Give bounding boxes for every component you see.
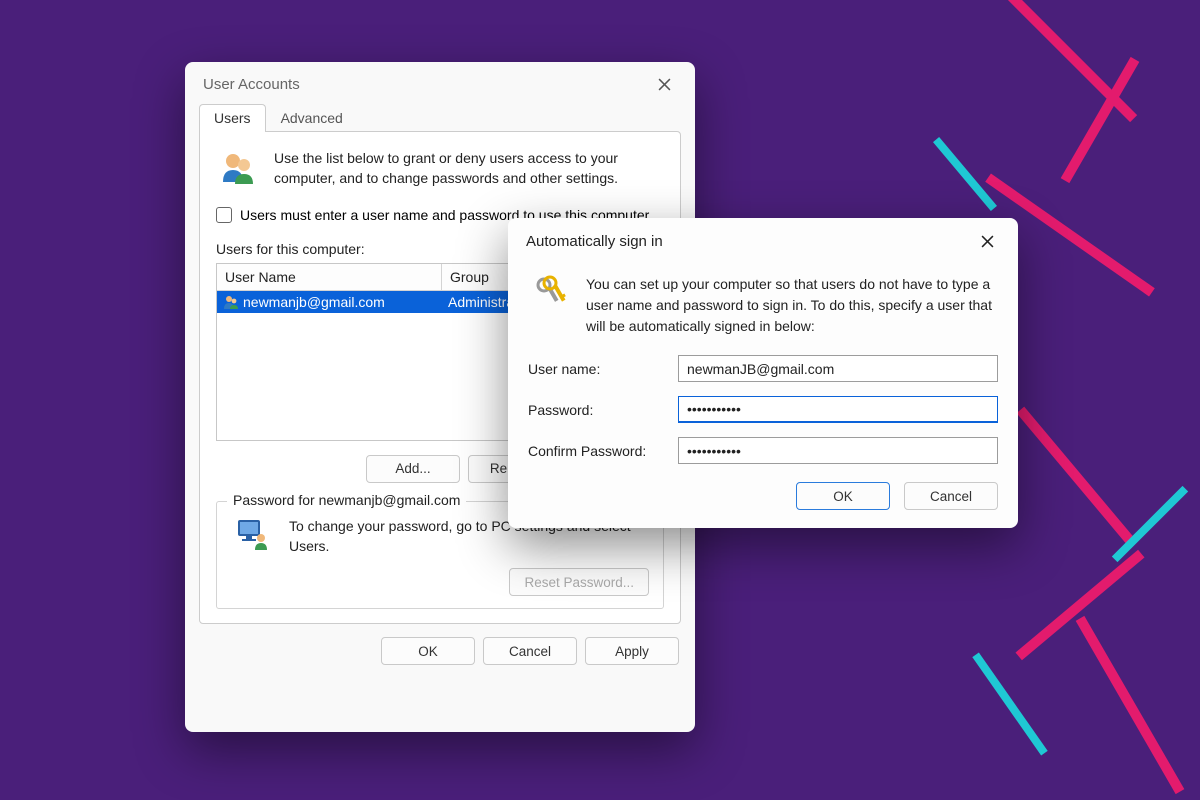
decorative-stroke — [1003, 0, 1137, 122]
keys-icon — [528, 274, 572, 310]
decorative-stroke — [1016, 550, 1145, 661]
decorative-stroke — [1061, 57, 1140, 183]
decorative-stroke — [1017, 407, 1134, 544]
close-button[interactable] — [643, 66, 685, 102]
confirm-password-input[interactable] — [678, 437, 998, 464]
decorative-stroke — [1112, 486, 1188, 562]
close-icon — [981, 235, 994, 248]
add-button[interactable]: Add... — [366, 455, 460, 483]
confirm-password-label: Confirm Password: — [528, 443, 678, 459]
decorative-stroke — [972, 653, 1047, 756]
require-password-checkbox[interactable] — [216, 207, 232, 223]
apply-button[interactable]: Apply — [585, 637, 679, 665]
col-username[interactable]: User Name — [217, 264, 442, 290]
decorative-stroke — [1076, 616, 1185, 794]
dialog-cancel-button[interactable]: Cancel — [904, 482, 998, 510]
dialog-title: Automatically sign in — [526, 233, 966, 250]
cell-username: newmanjb@gmail.com — [243, 294, 385, 310]
dialog-intro: You can set up your computer so that use… — [586, 274, 998, 337]
tabs: Users Advanced — [185, 104, 695, 132]
dialog-ok-button[interactable]: OK — [796, 482, 890, 510]
dialog-close-button[interactable] — [966, 223, 1008, 259]
intro-text: Use the list below to grant or deny user… — [274, 148, 664, 189]
tab-advanced[interactable]: Advanced — [266, 104, 358, 132]
decorative-stroke — [933, 137, 997, 211]
titlebar[interactable]: User Accounts — [185, 62, 695, 106]
username-input[interactable] — [678, 355, 998, 382]
reset-password-button[interactable]: Reset Password... — [509, 568, 649, 596]
main-footer: OK Cancel Apply — [185, 637, 695, 679]
users-icon — [216, 148, 260, 188]
ok-button[interactable]: OK — [381, 637, 475, 665]
tab-users[interactable]: Users — [199, 104, 266, 132]
password-group-legend: Password for newmanjb@gmail.com — [227, 492, 466, 508]
password-label: Password: — [528, 402, 678, 418]
dialog-titlebar[interactable]: Automatically sign in — [508, 218, 1018, 264]
close-icon — [658, 78, 671, 91]
username-label: User name: — [528, 361, 678, 377]
cancel-button[interactable]: Cancel — [483, 637, 577, 665]
user-row-icon — [223, 294, 239, 310]
password-input[interactable] — [678, 396, 998, 423]
auto-signin-dialog: Automatically sign in You can set up you… — [508, 218, 1018, 528]
user-screen-icon — [231, 516, 275, 552]
window-title: User Accounts — [203, 76, 643, 93]
